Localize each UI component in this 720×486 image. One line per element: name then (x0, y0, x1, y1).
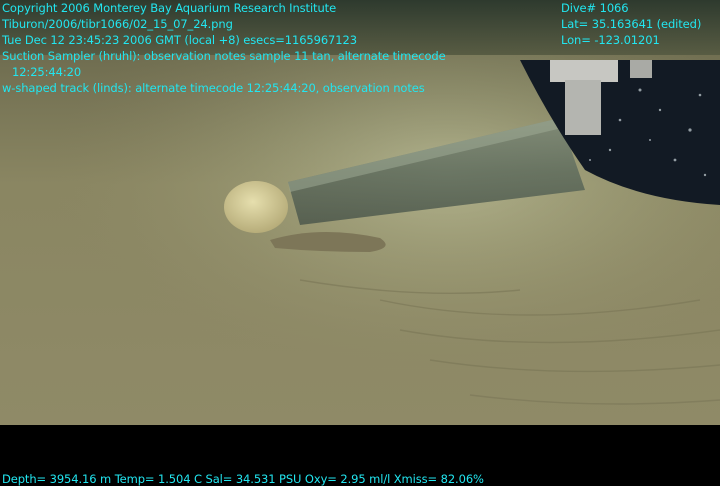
rov-bracket (550, 60, 618, 82)
datetime-text: Tue Dec 12 23:45:23 2006 GMT (local +8) … (2, 33, 357, 47)
dive-number: Dive# 1066 (561, 1, 629, 15)
tan-specimen (224, 181, 288, 233)
annotation-w-shaped-track: w-shaped track (linds): alternate timeco… (2, 81, 425, 95)
annotation-suction-sampler: Suction Sampler (hruhl): observation not… (2, 49, 446, 63)
telemetry-line: Depth= 3954.16 m Temp= 1.504 C Sal= 34.5… (2, 472, 484, 486)
rov-mount (565, 80, 601, 135)
video-frame: Copyright 2006 Monterey Bay Aquarium Res… (0, 0, 720, 486)
overlay-top-right: Dive# 1066 Lat= 35.163641 (edited) Lon= … (561, 0, 701, 48)
annotation-suction-sampler-time: 12:25:44:20 (12, 65, 82, 79)
overlay-top-left: Copyright 2006 Monterey Bay Aquarium Res… (2, 0, 446, 96)
longitude: Lon= -123.01201 (561, 33, 660, 47)
copyright-text: Copyright 2006 Monterey Bay Aquarium Res… (2, 1, 337, 15)
rov-fitting (630, 60, 652, 78)
latitude: Lat= 35.163641 (edited) (561, 17, 702, 31)
file-path-text: Tiburon/2006/tibr1066/02_15_07_24.png (2, 17, 233, 31)
